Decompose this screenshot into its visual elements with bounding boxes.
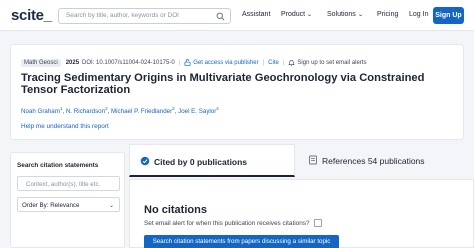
citations-content: No citations Set email alert for when th… bbox=[129, 179, 474, 248]
tab-references[interactable]: References 54 publications bbox=[298, 144, 468, 177]
bell-icon bbox=[288, 60, 296, 66]
author-list: Noah Graham1, N. Richardson2, Michael P.… bbox=[21, 106, 219, 116]
author-link[interactable]: Joel E. Saylor bbox=[178, 108, 216, 115]
email-alerts-link[interactable]: Sign up to set email alerts bbox=[297, 60, 366, 66]
search-input[interactable]: Search by title, author, keywords or DOI bbox=[58, 8, 231, 24]
nav-solutions-label: Solutions bbox=[327, 11, 356, 18]
citation-search-input[interactable]: Context, author(s), title etc. bbox=[17, 176, 120, 191]
divider: | bbox=[262, 59, 265, 66]
doi[interactable]: DOI: 10.1007/s11004-024-10175-0 bbox=[82, 60, 175, 66]
citation-search-placeholder: Context, author(s), title etc. bbox=[26, 180, 101, 188]
author-link[interactable]: Michael P. Friedlander bbox=[111, 108, 172, 115]
citations-panel: Cited by 0 publications References 54 pu… bbox=[129, 144, 474, 248]
nav-solutions[interactable]: Solutions⌄ bbox=[327, 11, 363, 18]
cited-by-icon bbox=[140, 156, 150, 166]
paper-header: Math Geosci 2025 DOI: 10.1007/s11004-024… bbox=[10, 44, 464, 140]
help-understand-link[interactable]: Help me understand this report bbox=[21, 123, 109, 130]
scite-logo[interactable]: scite_ bbox=[11, 7, 52, 24]
cite-link[interactable]: Cite bbox=[268, 60, 279, 66]
search-icon[interactable] bbox=[216, 12, 225, 21]
nav-product-label: Product bbox=[281, 11, 306, 18]
order-by-select[interactable]: Order By: Relevance ⌄ bbox=[17, 197, 120, 212]
references-icon bbox=[309, 155, 317, 165]
search-placeholder: Search by title, author, keywords or DOI bbox=[66, 12, 179, 19]
nav-product[interactable]: Product⌄ bbox=[281, 11, 313, 18]
pub-year: 2025 bbox=[65, 59, 80, 66]
signup-button[interactable]: Sign Up bbox=[433, 7, 464, 24]
chevron-down-icon: ⌄ bbox=[108, 203, 114, 209]
journal-chip: Math Geosci bbox=[21, 58, 61, 67]
email-alert-checkbox[interactable] bbox=[313, 219, 322, 227]
sidebar-title: Search citation statements bbox=[17, 162, 99, 169]
email-alert-row: Set email alert for when this publicatio… bbox=[144, 219, 322, 227]
tab-references-label: References 54 publications bbox=[322, 156, 425, 166]
nav-pricing[interactable]: Pricing bbox=[377, 11, 398, 18]
chevron-down-icon: ⌄ bbox=[306, 12, 313, 18]
divider: | bbox=[282, 59, 285, 66]
access-publisher-link[interactable]: Get access via publisher bbox=[193, 60, 258, 66]
unlock-icon bbox=[184, 59, 191, 66]
no-citations-heading: No citations bbox=[144, 204, 207, 216]
email-alert-label: Set email alert for when this publicatio… bbox=[144, 219, 310, 227]
divider: | bbox=[178, 59, 181, 66]
top-navbar: scite_ Search by title, author, keywords… bbox=[0, 0, 474, 31]
order-by-value: Order By: Relevance bbox=[22, 201, 80, 209]
paper-title: Tracing Sedimentary Origins in Multivari… bbox=[21, 72, 425, 97]
author-link[interactable]: Noah Graham bbox=[21, 108, 60, 115]
paper-meta: Math Geosci 2025 DOI: 10.1007/s11004-024… bbox=[21, 57, 366, 68]
author-affiliation: 4 bbox=[216, 106, 219, 111]
citation-search-sidebar: Search citation statements Context, auth… bbox=[10, 152, 125, 248]
author-link[interactable]: N. Richardson bbox=[66, 108, 105, 115]
tab-cited-by[interactable]: Cited by 0 publications bbox=[129, 144, 295, 177]
tab-cited-by-label: Cited by 0 publications bbox=[154, 157, 248, 167]
search-similar-button[interactable]: Search citation statements from papers d… bbox=[144, 235, 339, 248]
login-link[interactable]: Log In bbox=[409, 11, 428, 18]
nav-assistant[interactable]: Assistant bbox=[242, 11, 270, 18]
chevron-down-icon: ⌄ bbox=[357, 12, 364, 18]
